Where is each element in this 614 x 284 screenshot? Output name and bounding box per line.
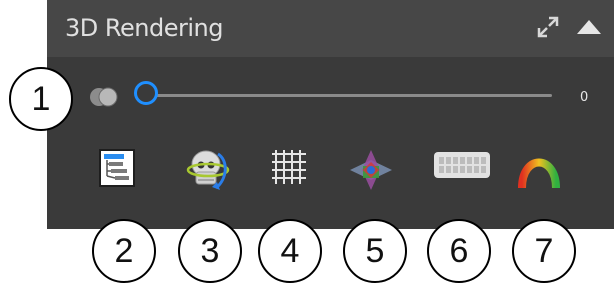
callout-7: 7 bbox=[512, 219, 576, 283]
callout-6: 6 bbox=[427, 219, 491, 283]
gradient-arc-icon[interactable] bbox=[516, 148, 562, 192]
scene-tree-icon[interactable] bbox=[97, 148, 137, 188]
callout-3: 3 bbox=[178, 219, 242, 283]
opacity-slider-thumb[interactable] bbox=[134, 81, 158, 105]
opacity-slider-row: 0 bbox=[47, 78, 614, 118]
callout-5: 5 bbox=[343, 219, 407, 283]
grid-icon[interactable] bbox=[270, 148, 308, 186]
slider-value: 0 bbox=[580, 90, 589, 105]
dental-arch-icon[interactable] bbox=[432, 148, 492, 182]
expand-icon[interactable] bbox=[535, 14, 561, 40]
panel-header: 3D Rendering bbox=[47, 0, 614, 57]
opacity-slider-track[interactable] bbox=[142, 94, 552, 97]
collapse-arrow-icon[interactable] bbox=[575, 14, 603, 40]
opacity-spheres-icon bbox=[90, 87, 118, 107]
callout-1: 1 bbox=[9, 67, 73, 131]
callout-2: 2 bbox=[92, 219, 156, 283]
panel-title: 3D Rendering bbox=[65, 14, 223, 42]
color-volume-icon[interactable] bbox=[348, 148, 394, 192]
skull-rotate-icon[interactable] bbox=[184, 148, 232, 192]
callout-4: 4 bbox=[258, 219, 322, 283]
